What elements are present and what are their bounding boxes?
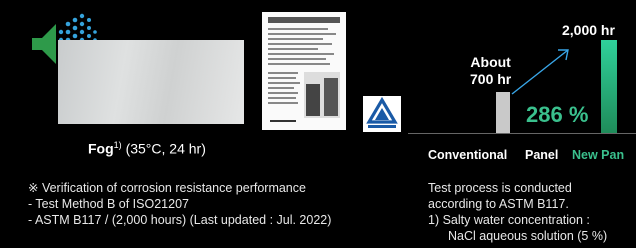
verification-notes: ※ Verification of corrosion resistance p… [28,180,331,228]
fog-label: Fog [88,140,114,157]
process-line-1: Test process is conducted [428,181,572,195]
notes-line-2: - Test Method B of ISO21207 [28,197,189,211]
category-new-panel: New Pan [572,148,625,162]
category-panel: Panel [525,148,559,162]
notes-line-3: - ASTM B117 / (2,000 hours) (Last update… [28,213,332,227]
fog-caption: Fog1) (35°C, 24 hr) [88,140,206,157]
about-text: About [470,54,511,70]
process-line-4: NaCl aqueous solution (5 %) [448,229,608,243]
category-conventional: Conventional [428,148,508,162]
700-text: 700 hr [470,71,512,87]
chart-baseline [408,133,636,134]
fog-footnote: 1) [113,140,122,150]
value-label-conventional: About 700 hr [470,54,511,88]
process-line-3: 1) Salty water concentration : [428,213,590,227]
notes-line-1: ※ Verification of corrosion resistance p… [28,181,306,195]
improvement-percent: 286 % [526,102,589,127]
fog-condition: (35°C, 24 hr) [125,140,206,157]
fog-test-photo [58,40,244,124]
bar-new-panel [601,40,617,133]
value-label-new: 2,000 hr [562,22,615,38]
tuv-logo [363,96,401,132]
growth-arrow [511,49,569,95]
certificate-document [262,12,346,130]
process-line-2: according to ASTM B117. [428,197,569,211]
test-process-notes: Test process is conducted according to A… [428,180,607,244]
